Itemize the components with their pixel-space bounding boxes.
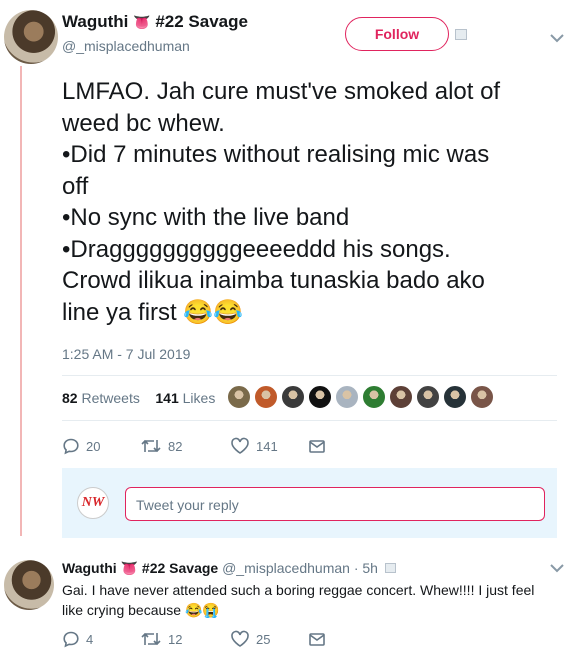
thread-line [20, 66, 22, 536]
reply-icon [63, 631, 79, 648]
reply-author-suffix: #22 Savage [141, 560, 219, 576]
reply-actions: 4 12 25 [62, 630, 326, 648]
envelope-icon [309, 440, 325, 453]
reply-header: Waguthi 👅 #22 Savage @_misplacedhuman · … [62, 560, 378, 577]
envelope-icon [309, 633, 325, 646]
likes-stat[interactable]: 141 Likes [155, 390, 215, 406]
reply-composer: NW Tweet your reply [62, 468, 557, 538]
tweet-line: •Draggggggggggeeeeddd his songs. [62, 235, 451, 263]
viewer-avatar-logo: NW [81, 495, 105, 510]
tweet-actions: 20 82 141 [62, 437, 326, 455]
reply-count: 20 [86, 438, 101, 454]
retweet-count: 82 [168, 438, 183, 454]
author-avatar[interactable] [4, 10, 58, 64]
reply-like-action[interactable]: 25 [230, 630, 308, 648]
liker-avatar[interactable] [470, 385, 494, 409]
follow-button[interactable]: Follow [345, 17, 449, 51]
like-action[interactable]: 141 [230, 437, 308, 455]
reply-text: Gai. I have never attended such a boring… [62, 582, 535, 618]
tweet-line: LMFAO. Jah cure must've smoked alot of [62, 78, 501, 105]
chevron-down-icon[interactable] [549, 33, 565, 43]
reply-retweet-action[interactable]: 12 [140, 630, 230, 648]
liker-avatar[interactable] [335, 385, 359, 409]
dm-action[interactable] [308, 438, 326, 454]
tweet-text: LMFAO. Jah cure must've smoked alot of w… [62, 76, 572, 328]
viewer-avatar[interactable]: NW [77, 487, 109, 519]
likes-count: 141 [155, 390, 179, 406]
reply-chevron-down-icon[interactable] [549, 563, 565, 573]
reply-handle-time[interactable]: @_misplacedhuman · 5h [222, 560, 378, 576]
reply-author-name[interactable]: Waguthi [62, 560, 117, 576]
tweet-timestamp[interactable]: 1:25 AM - 7 Jul 2019 [62, 346, 190, 362]
likers-avatars [227, 385, 497, 409]
liker-avatar[interactable] [308, 385, 332, 409]
author-name-text: Waguthi [62, 12, 129, 31]
reply-dm-action[interactable] [308, 631, 326, 647]
tweet-line: Crowd ilikua inaimba tunaskia bado ako [62, 267, 485, 294]
author-handle[interactable]: @_misplacedhuman [62, 38, 190, 54]
liker-avatar[interactable] [389, 385, 413, 409]
engagement-stats: 82 Retweets 141 Likes [62, 390, 215, 406]
tweet-line: off [62, 172, 89, 200]
liker-avatar[interactable] [281, 385, 305, 409]
liker-avatar[interactable] [254, 385, 278, 409]
reply-action[interactable]: 20 [62, 437, 140, 455]
reply-icon [63, 438, 79, 455]
retweet-icon [141, 632, 161, 646]
tweet-line: •Did 7 minutes without realising mic was [62, 141, 490, 168]
tweet-line: line ya first 😂😂 [62, 298, 244, 326]
like-count: 141 [256, 438, 278, 454]
divider [62, 420, 557, 421]
retweet-action[interactable]: 82 [140, 437, 230, 455]
heart-icon [231, 630, 249, 647]
tweet-line: •No sync with the live band [62, 204, 350, 231]
author-name-suffix: #22 Savage [155, 12, 248, 31]
liker-avatar[interactable] [362, 385, 386, 409]
retweet-icon [141, 439, 161, 453]
tongue-emoji: 👅 [120, 560, 139, 576]
verified-placeholder-icon [385, 563, 396, 573]
reply-input[interactable]: Tweet your reply [125, 487, 545, 521]
liker-avatar[interactable] [227, 385, 251, 409]
retweets-stat[interactable]: 82 Retweets [62, 390, 140, 406]
dm-icon[interactable] [455, 29, 467, 40]
author-name[interactable]: Waguthi 👅 #22 Savage [62, 12, 248, 32]
reply-retweet-count: 12 [168, 631, 183, 647]
retweets-count: 82 [62, 390, 78, 406]
retweets-label: Retweets [81, 390, 140, 406]
tweet-line: weed bc whew. [62, 109, 225, 137]
divider [62, 375, 557, 376]
reply-reply-action[interactable]: 4 [62, 630, 140, 648]
reply-author-avatar[interactable] [4, 560, 54, 610]
heart-icon [231, 437, 249, 454]
reply-like-count: 25 [256, 631, 271, 647]
likes-label: Likes [182, 390, 216, 406]
reply-reply-count: 4 [86, 631, 94, 647]
tongue-emoji: 👅 [133, 14, 151, 30]
liker-avatar[interactable] [443, 385, 467, 409]
liker-avatar[interactable] [416, 385, 440, 409]
